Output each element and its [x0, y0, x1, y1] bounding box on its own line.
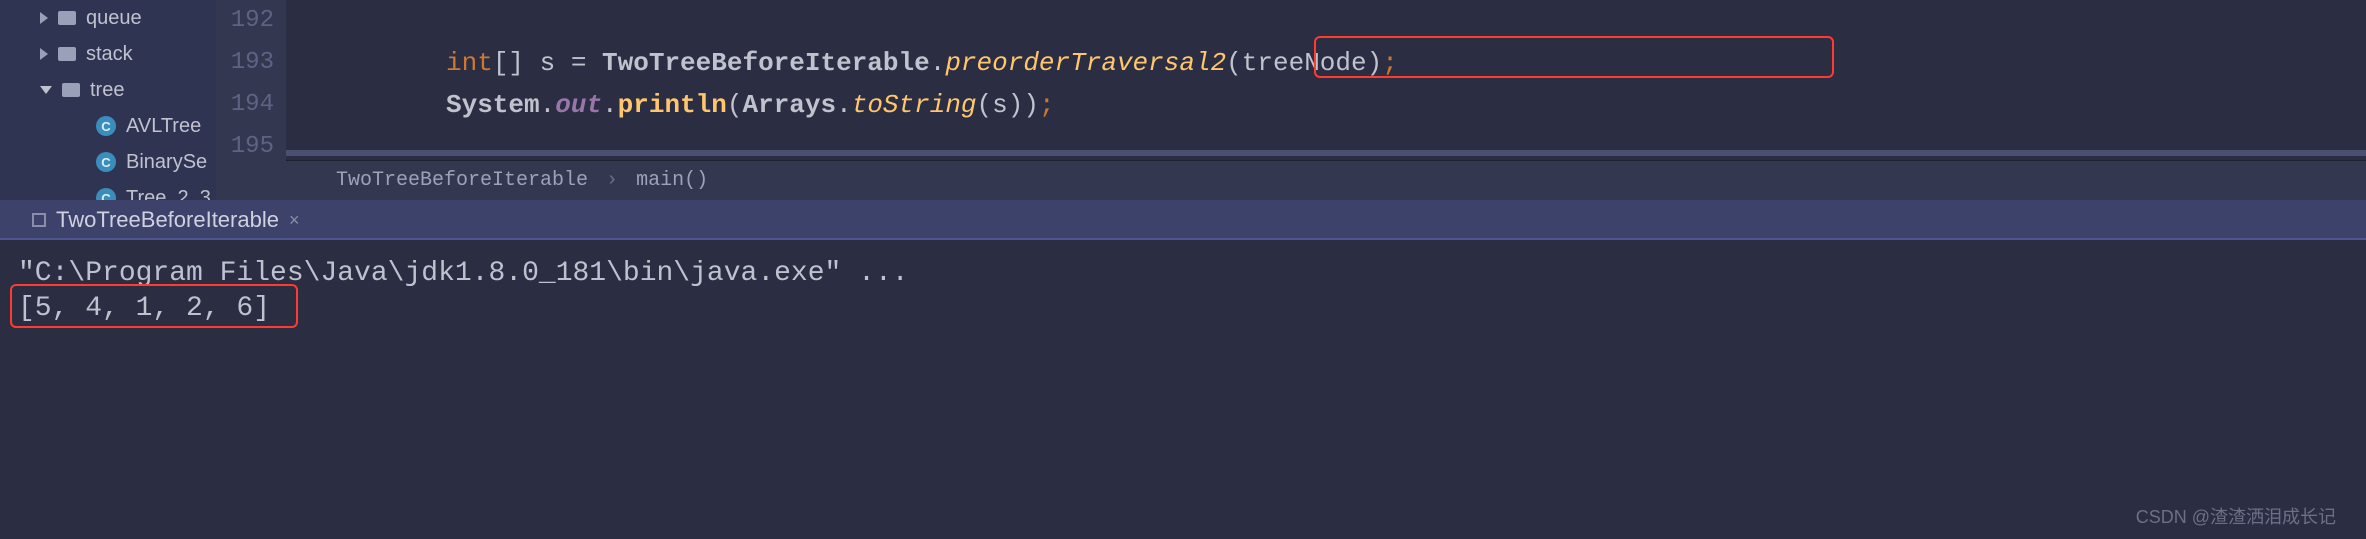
run-console[interactable]: "C:\Program Files\Java\jdk1.8.0_181\bin\… — [0, 240, 2366, 500]
file-binaryse[interactable]: BinarySe — [0, 144, 216, 180]
class-icon — [96, 152, 116, 172]
project-tree: queue stack tree AVLTree BinarySe Tree_2… — [0, 0, 216, 200]
line-number: 192 — [216, 0, 274, 42]
chevron-right-icon — [40, 48, 48, 60]
folder-label: tree — [90, 79, 124, 102]
run-tab-bar: TwoTreeBeforeIterable × — [0, 200, 2366, 240]
folder-queue[interactable]: queue — [0, 0, 216, 36]
chevron-right-icon — [40, 12, 48, 24]
folder-stack[interactable]: stack — [0, 36, 216, 72]
line-number: 193 — [216, 42, 274, 84]
class-icon — [96, 188, 116, 200]
folder-tree[interactable]: tree — [0, 72, 216, 108]
folder-icon — [58, 47, 76, 61]
file-avltree[interactable]: AVLTree — [0, 108, 216, 144]
line-number: 194 — [216, 84, 274, 126]
folder-label: stack — [86, 43, 133, 66]
breadcrumb-method[interactable]: main() — [636, 169, 708, 192]
line-number: 195 — [216, 126, 274, 168]
line-gutter: 192 193 194 195 — [216, 0, 286, 200]
code-line-194: System.out.println(Arrays.toString(s)); — [286, 84, 2366, 126]
highlight-annotation — [1314, 36, 1834, 78]
close-icon[interactable]: × — [289, 210, 300, 231]
breadcrumb-class[interactable]: TwoTreeBeforeIterable — [336, 169, 588, 192]
file-label: Tree_2_3 — [126, 187, 211, 201]
run-tab[interactable]: TwoTreeBeforeIterable × — [18, 200, 313, 240]
class-icon — [96, 116, 116, 136]
watermark-text: CSDN @渣渣洒泪成长记 — [2136, 503, 2336, 529]
code-editor[interactable]: int[] s = TwoTreeBeforeIterable.preorder… — [286, 0, 2366, 200]
file-tree23[interactable]: Tree_2_3 — [0, 180, 216, 200]
run-config-icon — [32, 213, 46, 227]
run-tab-label: TwoTreeBeforeIterable — [56, 207, 279, 233]
file-label: AVLTree — [126, 115, 201, 138]
folder-label: queue — [86, 7, 142, 30]
console-command: "C:\Program Files\Java\jdk1.8.0_181\bin\… — [18, 258, 2348, 289]
folder-icon — [58, 11, 76, 25]
console-output: [5, 4, 1, 2, 6] — [18, 293, 2348, 324]
folder-icon — [62, 83, 80, 97]
breadcrumb-bar: TwoTreeBeforeIterable › main() — [286, 160, 2366, 200]
file-label: BinarySe — [126, 151, 207, 174]
highlight-annotation — [10, 284, 298, 328]
chevron-down-icon — [40, 86, 52, 94]
horizontal-scrollbar[interactable] — [286, 150, 2366, 156]
chevron-right-icon: › — [606, 169, 618, 192]
